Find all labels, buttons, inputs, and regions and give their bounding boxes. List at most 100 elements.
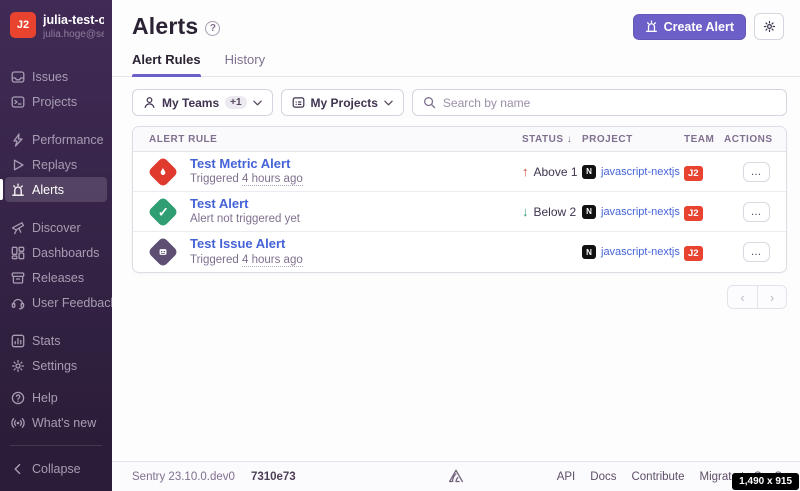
project-icon bbox=[292, 96, 305, 109]
relative-time: 4 hours ago bbox=[242, 254, 303, 267]
create-alert-label: Create Alert bbox=[664, 20, 734, 34]
issue-alert-icon bbox=[147, 236, 178, 267]
user-icon bbox=[143, 96, 156, 109]
table-row: ✓ Test Alert Alert not triggered yet ↓ B… bbox=[133, 192, 786, 232]
tab-history[interactable]: History bbox=[225, 52, 265, 76]
alert-rule-subtext: Triggered 4 hours ago bbox=[190, 253, 303, 268]
team-cell: J2 bbox=[684, 203, 718, 221]
settings-icon bbox=[11, 359, 25, 373]
sidebar-item-label: User Feedback bbox=[32, 296, 112, 310]
page-title: Alerts bbox=[132, 13, 198, 40]
project-link[interactable]: javascript-nextjs bbox=[601, 246, 680, 258]
sidebar-item-settings[interactable]: Settings bbox=[5, 353, 107, 378]
sidebar-item-discover[interactable]: Discover bbox=[5, 215, 107, 240]
alert-rule-link[interactable]: Test Alert bbox=[190, 196, 300, 212]
search-icon bbox=[423, 96, 436, 109]
sidebar-item-label: What's new bbox=[32, 416, 96, 430]
sidebar-item-replays[interactable]: Replays bbox=[5, 152, 107, 177]
screen-size-indicator: 1,490 x 915 bbox=[732, 473, 799, 490]
team-cell: J2 bbox=[684, 243, 718, 261]
column-header-status[interactable]: Status ↓ bbox=[522, 134, 576, 145]
search-box bbox=[412, 89, 787, 116]
org-avatar: J2 bbox=[10, 12, 36, 38]
footer-link-docs[interactable]: Docs bbox=[590, 471, 616, 483]
project-cell: N javascript-nextjs bbox=[582, 205, 678, 219]
sidebar-item-help[interactable]: Help bbox=[5, 385, 107, 410]
sidebar-item-stats[interactable]: Stats bbox=[5, 328, 107, 353]
siren-icon bbox=[645, 20, 658, 33]
chevron-down-icon bbox=[253, 100, 262, 106]
chevron-left-icon bbox=[11, 462, 25, 476]
tab-alert-rules[interactable]: Alert Rules bbox=[132, 52, 201, 76]
teams-count-badge: +1 bbox=[225, 96, 246, 109]
create-alert-button[interactable]: Create Alert bbox=[633, 14, 746, 40]
releases-icon bbox=[11, 271, 25, 285]
footer-link-contribute[interactable]: Contribute bbox=[631, 471, 684, 483]
status-label: Above 1 bbox=[534, 165, 578, 179]
replays-icon bbox=[11, 158, 25, 172]
team-badge: J2 bbox=[684, 246, 703, 261]
sidebar-item-user-feedback[interactable]: User Feedback bbox=[5, 290, 107, 315]
help-tooltip-icon[interactable]: ? bbox=[205, 21, 220, 36]
sidebar-item-dashboards[interactable]: Dashboards bbox=[5, 240, 107, 265]
sidebar-divider bbox=[10, 445, 102, 446]
status-cell: ↑ Above 1 bbox=[522, 164, 576, 179]
sidebar-item-issues[interactable]: Issues bbox=[5, 64, 107, 89]
relative-time: 4 hours ago bbox=[242, 173, 303, 186]
team-badge: J2 bbox=[684, 166, 703, 181]
user-feedback-icon bbox=[11, 296, 25, 310]
project-link[interactable]: javascript-nextjs bbox=[601, 206, 680, 218]
sidebar-item-projects[interactable]: Projects bbox=[5, 89, 107, 114]
tab-bar: Alert Rules History bbox=[112, 52, 800, 77]
sidebar-item-label: Releases bbox=[32, 271, 84, 285]
previous-page-button[interactable]: ‹ bbox=[727, 285, 757, 309]
column-header-alert-rule: Alert Rule bbox=[149, 134, 516, 145]
metric-alert-icon bbox=[147, 156, 178, 187]
resolved-alert-icon: ✓ bbox=[147, 196, 178, 227]
alert-rule-link[interactable]: Test Metric Alert bbox=[190, 156, 303, 172]
row-actions-button[interactable]: … bbox=[743, 162, 770, 182]
column-header-team: Team bbox=[684, 134, 718, 145]
sidebar-item-label: Performance bbox=[32, 133, 104, 147]
project-link[interactable]: javascript-nextjs bbox=[601, 166, 680, 178]
footer: Sentry 23.10.0.dev0 7310e73 API Docs Con… bbox=[112, 461, 800, 491]
issues-icon bbox=[11, 70, 25, 84]
discover-icon bbox=[11, 221, 25, 235]
stats-icon bbox=[11, 334, 25, 348]
main-content: Alerts ? Create Alert Alert Rules Histor… bbox=[112, 0, 800, 491]
broadcast-icon bbox=[11, 416, 25, 430]
org-switcher[interactable]: J2 julia-test-org-2 … julia.hoge@sentry.… bbox=[0, 0, 112, 51]
alert-rule-subtext: Alert not triggered yet bbox=[190, 212, 300, 227]
arrow-down-icon: ↓ bbox=[522, 204, 529, 219]
sidebar-item-label: Alerts bbox=[32, 183, 64, 197]
status-label: Below 2 bbox=[534, 205, 577, 219]
sidebar-item-label: Projects bbox=[32, 95, 77, 109]
footer-link-api[interactable]: API bbox=[557, 471, 576, 483]
help-icon bbox=[11, 391, 25, 405]
build-hash: 7310e73 bbox=[251, 471, 296, 483]
sentry-version: Sentry 23.10.0.dev0 bbox=[132, 471, 235, 483]
row-actions-button[interactable]: … bbox=[743, 202, 770, 222]
alerts-settings-button[interactable] bbox=[754, 13, 784, 40]
alert-rules-table: Alert Rule Status ↓ Project Team Actions… bbox=[132, 126, 787, 273]
alert-rule-link[interactable]: Test Issue Alert bbox=[190, 236, 303, 252]
sidebar-item-releases[interactable]: Releases bbox=[5, 265, 107, 290]
sidebar-item-alerts[interactable]: Alerts bbox=[5, 177, 107, 202]
sidebar-collapse-button[interactable]: Collapse bbox=[5, 456, 107, 481]
my-teams-filter-button[interactable]: My Teams +1 bbox=[132, 89, 273, 116]
team-badge: J2 bbox=[684, 206, 703, 221]
search-input[interactable] bbox=[443, 96, 776, 110]
dashboards-icon bbox=[11, 246, 25, 260]
sidebar-item-label: Discover bbox=[32, 221, 81, 235]
table-row: Test Metric Alert Triggered 4 hours ago … bbox=[133, 152, 786, 192]
org-name: julia-test-org-2 … bbox=[43, 13, 104, 29]
my-projects-label: My Projects bbox=[311, 96, 378, 110]
sidebar-item-performance[interactable]: Performance bbox=[5, 127, 107, 152]
table-row: Test Issue Alert Triggered 4 hours ago N… bbox=[133, 232, 786, 272]
check-icon: ✓ bbox=[158, 204, 169, 220]
row-actions-button[interactable]: … bbox=[743, 242, 770, 262]
my-projects-filter-button[interactable]: My Projects bbox=[281, 89, 404, 116]
sidebar-item-whats-new[interactable]: What's new bbox=[5, 410, 107, 435]
next-page-button[interactable]: › bbox=[757, 285, 787, 309]
alert-rule-subtext: Triggered 4 hours ago bbox=[190, 172, 303, 187]
